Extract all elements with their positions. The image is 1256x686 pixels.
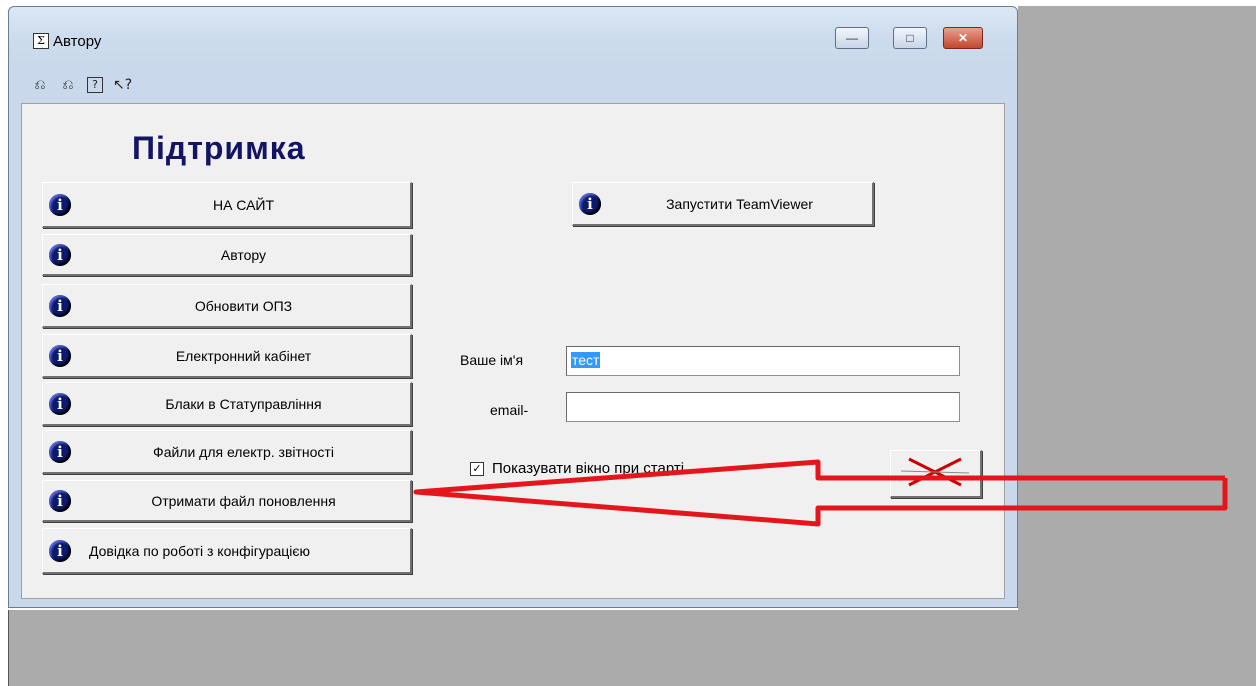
minimize-button[interactable]: — (835, 27, 869, 49)
electronic-cabinet-button[interactable]: i Електронний кабінет (42, 334, 412, 378)
button-label: Довідка по роботі з конфігурацією (89, 542, 311, 559)
dialog-window: Σ Автору — □ ✕ ⎌ ⎌ ? ↖? Підтримка i НА С… (8, 6, 1018, 608)
desktop-background (1018, 6, 1256, 686)
info-icon: i (49, 294, 71, 317)
button-label: НА САЙТ (212, 196, 275, 213)
desktop-background-bottom (8, 610, 1019, 686)
e-reporting-files-button[interactable]: i Файли для електр. звітності (42, 430, 412, 474)
info-icon: i (49, 489, 71, 512)
info-icon: i (49, 344, 71, 367)
info-icon: i (49, 193, 71, 216)
info-icon: i (49, 539, 71, 562)
info-icon: i (579, 192, 601, 215)
name-value: тест (571, 352, 601, 368)
author-button[interactable]: i Автору (42, 234, 412, 276)
name-label: Ваше ім'я (460, 352, 524, 368)
email-label: email- (490, 402, 529, 418)
close-dialog-button[interactable] (890, 450, 982, 498)
redo-icon[interactable]: ⎌ (59, 76, 77, 94)
maximize-button[interactable]: □ (893, 27, 927, 49)
info-icon: i (49, 243, 71, 266)
button-label: Блаки в Статуправління (165, 395, 322, 412)
button-label: Файли для електр. звітності (153, 443, 334, 460)
title-bar[interactable]: Σ Автору — □ ✕ (9, 7, 1017, 77)
button-label: Отримати файл поновлення (151, 492, 336, 509)
button-label: Електронний кабінет (175, 347, 312, 364)
info-icon: i (49, 392, 71, 415)
client-area: Підтримка i НА САЙТ i Автору i Обновити … (21, 103, 1005, 599)
undo-icon[interactable]: ⎌ (31, 76, 49, 94)
help-icon[interactable]: ? (87, 77, 103, 93)
button-label: Автору (220, 246, 267, 263)
close-button[interactable]: ✕ (943, 27, 983, 49)
teamviewer-button[interactable]: i Запустити TeamViewer (572, 182, 874, 226)
page-title: Підтримка (132, 130, 306, 166)
close-x-icon (900, 457, 970, 487)
show-on-start-checkbox[interactable]: ✓ (470, 461, 484, 476)
show-on-start-label: Показувати вікно при старті (492, 460, 685, 477)
app-icon: Σ (33, 33, 49, 49)
button-label: Запустити TeamViewer (666, 195, 813, 212)
update-opz-button[interactable]: i Обновити ОПЗ (42, 284, 412, 328)
toolbar: ⎌ ⎌ ? ↖? (31, 73, 132, 97)
window-title: Автору (53, 33, 102, 50)
context-help-icon[interactable]: ↖? (113, 76, 132, 94)
get-update-file-button[interactable]: i Отримати файл поновлення (42, 480, 412, 522)
show-on-start-row: ✓ Показувати вікно при старті (470, 460, 684, 477)
email-field[interactable] (566, 392, 960, 422)
button-label: Обновити ОПЗ (194, 297, 293, 314)
name-field[interactable]: тест (566, 346, 960, 376)
site-button[interactable]: i НА САЙТ (42, 182, 412, 228)
config-help-button[interactable]: i Довідка по роботі з конфігурацією (42, 528, 412, 574)
stat-forms-button[interactable]: i Блаки в Статуправління (42, 382, 412, 426)
info-icon: i (49, 440, 71, 463)
